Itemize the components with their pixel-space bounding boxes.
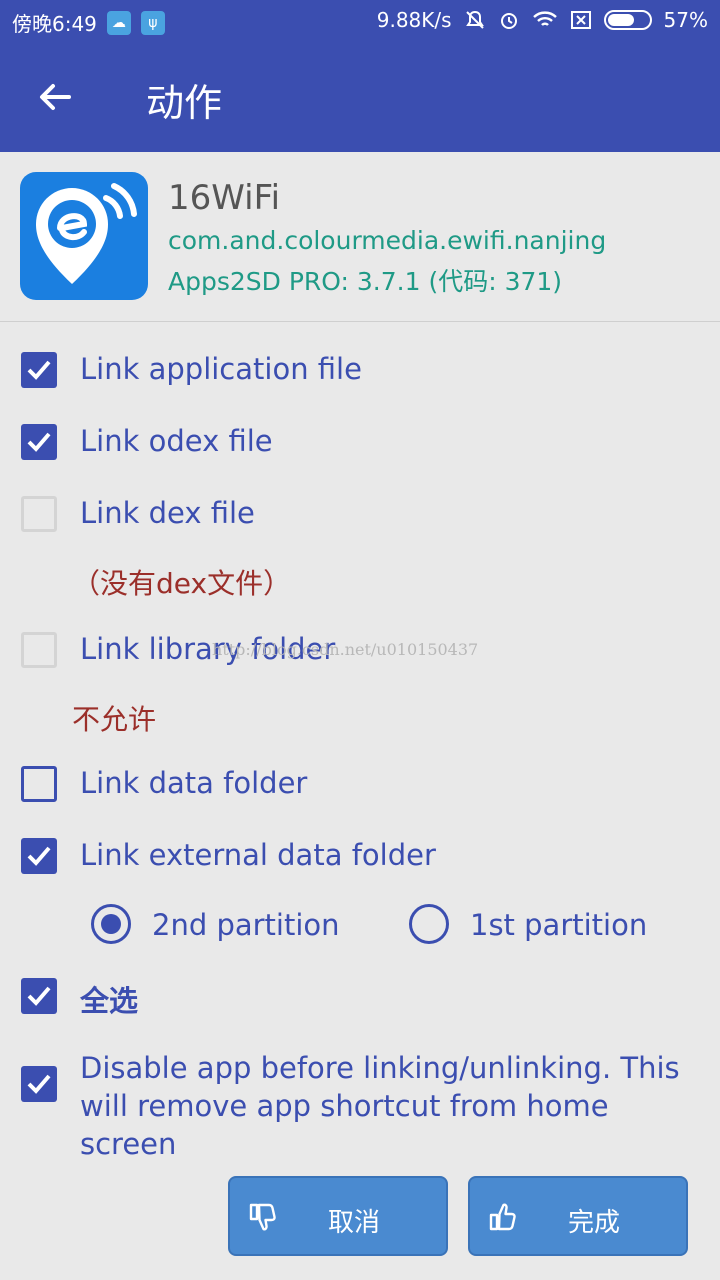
watermark: http://blog.csdn.net/u010150437 [212,640,479,659]
no-sim-icon [570,10,592,30]
check-icon [27,360,51,380]
battery-icon [603,10,652,30]
option-label: Link application file [80,352,362,386]
back-button[interactable] [26,68,84,126]
checkbox-link-external[interactable] [21,838,57,874]
checkbox-link-app[interactable] [21,352,57,388]
checkbox-link-data[interactable] [21,766,57,802]
back-arrow-icon [40,84,71,110]
check-icon [27,986,51,1006]
cloud-icon: ☁ [106,10,131,35]
app-package: com.and.colourmedia.ewifi.nanjing [168,226,607,255]
cancel-label: 取消 [328,1208,381,1238]
check-icon [27,432,51,452]
cancel-button[interactable]: 取消 [228,1176,448,1256]
status-time: 傍晚6:49 [12,12,97,36]
mute-bell-icon [464,9,486,31]
thumbs-up-icon [488,1202,516,1236]
app-info: 16WiFi com.and.colourmedia.ewifi.nanjing… [0,152,720,322]
dex-note: （没有dex文件） [72,567,292,600]
status-right: 9.88K/s 57% [377,8,708,32]
app-logo-icon [20,172,148,300]
option-link-odex[interactable]: Link odex file [0,412,720,472]
usb-icon: ψ [140,10,165,35]
radio-dot [101,914,121,934]
checkbox-disable-app[interactable] [21,1066,57,1102]
status-left: 傍晚6:49 ☁ ψ [12,8,165,37]
network-speed: 9.88K/s [376,8,452,32]
checkbox-link-odex[interactable] [21,424,57,460]
wifi-icon [532,10,558,30]
option-link-external[interactable]: Link external data folder [0,826,720,886]
check-icon [27,1074,51,1094]
option-link-app[interactable]: Link application file [0,340,720,400]
option-label: 全选 [80,984,139,1018]
checkbox-select-all[interactable] [21,978,57,1014]
option-label: Link external data folder [80,838,436,872]
option-link-dex: Link dex file [0,484,720,544]
app-version: Apps2SD PRO: 3.7.1 (代码: 371) [168,267,563,296]
alarm-icon [498,9,520,31]
check-icon [27,846,51,866]
page-title: 动作 [146,81,223,125]
checkbox-link-library [21,632,57,668]
battery-percent: 57% [663,8,708,32]
thumbs-down-icon [248,1202,276,1236]
radio-1st-partition[interactable] [409,904,449,944]
library-note: 不允许 [72,703,157,736]
option-label: Link odex file [80,424,273,458]
radio-2nd-partition[interactable] [91,904,131,944]
radio-label-1st[interactable]: 1st partition [470,908,647,942]
option-link-data[interactable]: Link data folder [0,754,720,814]
status-bar: 傍晚6:49 ☁ ψ 9.88K/s 57% [0,0,720,40]
done-label: 完成 [568,1208,621,1238]
checkbox-link-dex [21,496,57,532]
done-button[interactable]: 完成 [468,1176,688,1256]
option-select-all[interactable]: 全选 [0,966,720,1026]
option-label: Link data folder [80,766,308,800]
app-bar: 动作 [0,40,720,152]
option-label: Link dex file [80,496,255,530]
disable-app-label: Disable app before linking/unlinking. Th… [80,1051,680,1161]
radio-label-2nd[interactable]: 2nd partition [152,908,340,942]
app-name: 16WiFi [168,178,281,218]
